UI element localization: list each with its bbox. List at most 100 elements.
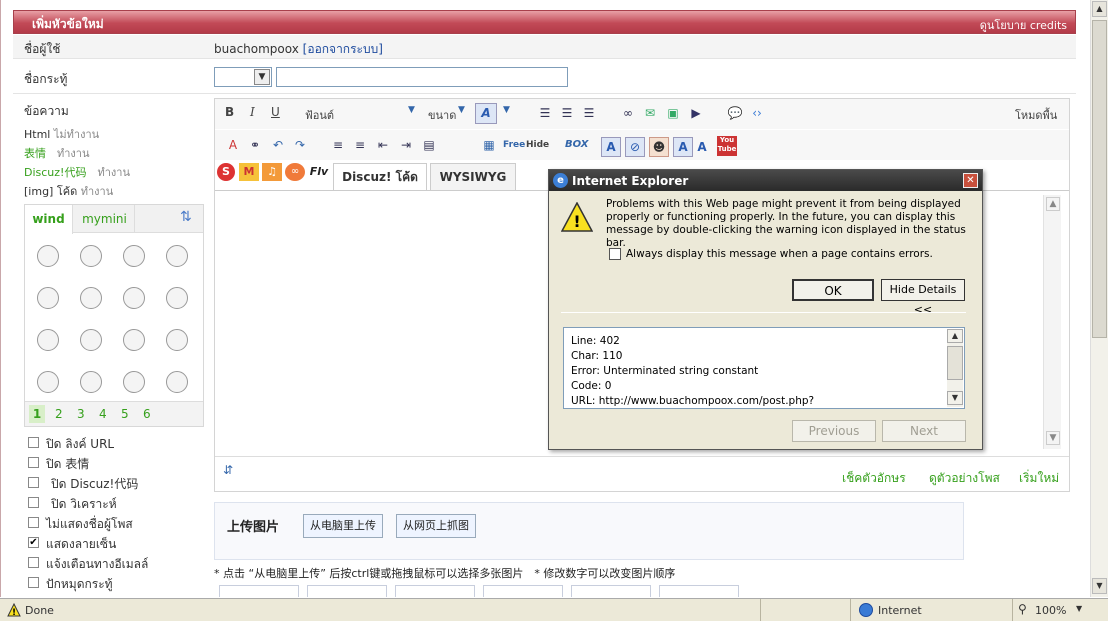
- unordered-list-icon[interactable]: ≡: [352, 137, 368, 153]
- subscript-icon[interactable]: A: [696, 137, 708, 157]
- size-dropdown[interactable]: ขนาด: [428, 106, 456, 124]
- smiley-tab-wind[interactable]: wind: [25, 205, 73, 234]
- smiley-page-1[interactable]: 1: [29, 405, 45, 423]
- undo-icon[interactable]: ↶: [270, 137, 286, 153]
- hide-details-button[interactable]: Hide Details <<: [881, 279, 965, 316]
- smiley-page-6[interactable]: 6: [143, 407, 151, 421]
- page-scrollbar[interactable]: ▲ ▼: [1090, 0, 1108, 597]
- smiley-icon[interactable]: [37, 287, 59, 309]
- chevron-down-icon[interactable]: ▼: [1076, 604, 1082, 613]
- upload-slot[interactable]: [659, 585, 739, 597]
- smiley-icon[interactable]: [166, 329, 188, 351]
- table-icon[interactable]: ▦: [481, 137, 497, 153]
- flv-icon[interactable]: Flv: [309, 163, 329, 181]
- option-checkbox[interactable]: [28, 577, 39, 588]
- smiley-icon[interactable]: [123, 371, 145, 393]
- chevron-down-icon[interactable]: ▼: [254, 69, 270, 85]
- scroll-up-icon[interactable]: ▲: [1046, 197, 1060, 211]
- option-checkbox[interactable]: [28, 477, 39, 488]
- smiley-icon[interactable]: [123, 329, 145, 351]
- smiley-icon[interactable]: [123, 287, 145, 309]
- scroll-thumb[interactable]: [1092, 20, 1107, 338]
- media-icon[interactable]: ▶: [688, 105, 704, 121]
- chevron-down-icon[interactable]: ▼: [458, 105, 465, 115]
- smiley-page-5[interactable]: 5: [121, 407, 129, 421]
- option-checkbox[interactable]: [28, 437, 39, 448]
- previous-button[interactable]: Previous: [792, 420, 876, 442]
- free-icon[interactable]: Free: [503, 140, 525, 150]
- smiley-page-2[interactable]: 2: [55, 407, 63, 421]
- scroll-down-icon[interactable]: ▼: [1046, 431, 1060, 445]
- editor-scrollbar[interactable]: ▲ ▼: [1043, 195, 1061, 449]
- redo-icon[interactable]: ↷: [292, 137, 308, 153]
- subject-type-select[interactable]: ▼: [214, 67, 272, 87]
- smiley-page-3[interactable]: 3: [77, 407, 85, 421]
- upload-slot[interactable]: [395, 585, 475, 597]
- upload-from-pc-button[interactable]: 从电脑里上传: [303, 514, 383, 538]
- reset-link[interactable]: เริ่มใหม่: [1019, 469, 1059, 488]
- outdent-icon[interactable]: ⇤: [375, 137, 391, 153]
- align-center-icon[interactable]: ☰: [559, 105, 575, 121]
- hide-icon[interactable]: Hide: [526, 140, 549, 150]
- smiley-icon[interactable]: [37, 245, 59, 267]
- image-icon[interactable]: ▣: [665, 105, 681, 121]
- scroll-up-icon[interactable]: ▲: [1092, 1, 1107, 17]
- smiley-page-4[interactable]: 4: [99, 407, 107, 421]
- tab-wysiwyg[interactable]: WYSIWYG: [430, 163, 516, 190]
- smiley-icon[interactable]: [37, 329, 59, 351]
- details-scrollbar[interactable]: ▲ ▼: [947, 329, 963, 407]
- option-checkbox[interactable]: [28, 497, 39, 508]
- smiley-icon[interactable]: [37, 371, 59, 393]
- zoom-level[interactable]: 100%: [1035, 604, 1066, 617]
- email-icon[interactable]: ✉: [642, 105, 658, 121]
- subject-input[interactable]: [276, 67, 568, 87]
- smiley-icon[interactable]: [123, 245, 145, 267]
- upload-from-web-button[interactable]: 从网页上抓图: [396, 514, 476, 538]
- music-icon[interactable]: ♫: [262, 163, 282, 181]
- scroll-up-icon[interactable]: ▲: [947, 329, 963, 343]
- box-icon[interactable]: BOX: [565, 139, 588, 150]
- swap-arrows-icon[interactable]: ⇅: [180, 209, 192, 225]
- font-color-icon[interactable]: A: [475, 103, 497, 124]
- m-icon[interactable]: M: [239, 163, 259, 181]
- youtube-icon[interactable]: You Tube: [717, 136, 737, 156]
- logout-link[interactable]: ออกจากระบบ: [307, 42, 378, 56]
- upload-slot[interactable]: [307, 585, 387, 597]
- indent-icon[interactable]: ⇥: [398, 137, 414, 153]
- smiley-icon[interactable]: [166, 245, 188, 267]
- option-checkbox[interactable]: [28, 457, 39, 468]
- tab-discuz-code[interactable]: Discuz! โค้ด: [333, 163, 427, 190]
- unlink-icon[interactable]: ⚭: [247, 137, 263, 153]
- float-icon[interactable]: ▤: [421, 137, 437, 153]
- smiley-icon[interactable]: [166, 287, 188, 309]
- option-checkbox[interactable]: [28, 517, 39, 528]
- resize-icon[interactable]: ⇵: [223, 463, 233, 477]
- close-icon[interactable]: ✕: [963, 173, 978, 188]
- smiley-icon[interactable]: [80, 329, 102, 351]
- option-checkbox-checked[interactable]: ✔: [28, 537, 39, 548]
- underline-icon[interactable]: U: [271, 105, 280, 119]
- credits-policy-link[interactable]: ดูนโยบาย credits: [980, 16, 1067, 34]
- scroll-down-icon[interactable]: ▼: [947, 391, 963, 405]
- qq-icon[interactable]: ☻: [649, 137, 669, 157]
- smiley-icon[interactable]: [80, 371, 102, 393]
- upload-slot[interactable]: [571, 585, 651, 597]
- smiley-tab-mymini[interactable]: mymini: [75, 205, 135, 233]
- upload-slot[interactable]: [483, 585, 563, 597]
- clear-format-icon[interactable]: A: [225, 137, 241, 153]
- text-effect-icon[interactable]: A: [601, 137, 621, 157]
- chevron-down-icon[interactable]: ▼: [408, 105, 415, 115]
- scroll-thumb[interactable]: [947, 346, 963, 380]
- flash-icon[interactable]: ⊘: [625, 137, 645, 157]
- sina-icon[interactable]: S: [217, 163, 235, 181]
- always-display-checkbox[interactable]: [609, 248, 621, 260]
- smiley-icon[interactable]: [80, 245, 102, 267]
- warning-icon[interactable]: !: [7, 603, 21, 617]
- chevron-down-icon[interactable]: ▼: [503, 105, 510, 115]
- align-left-icon[interactable]: ☰: [537, 105, 553, 121]
- link-icon[interactable]: ∞: [620, 105, 636, 121]
- upload-slot[interactable]: [219, 585, 299, 597]
- superscript-icon[interactable]: A: [673, 137, 693, 157]
- font-dropdown[interactable]: ฟ้อนต์: [305, 106, 334, 124]
- mode-toggle-link[interactable]: โหมดพื้น: [1015, 106, 1057, 124]
